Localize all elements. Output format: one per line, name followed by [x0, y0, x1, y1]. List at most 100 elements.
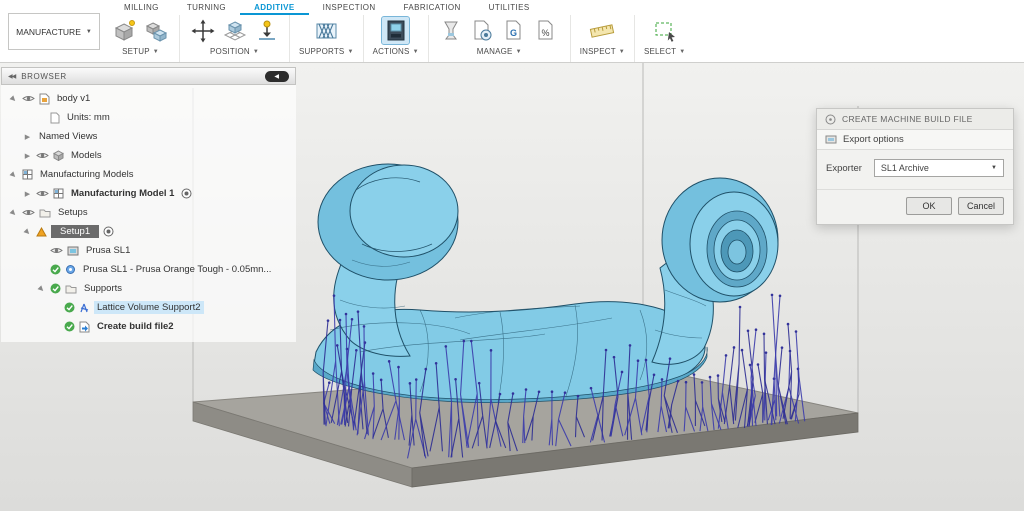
additive-setup-icon	[36, 227, 47, 237]
create-build-file-icon[interactable]	[382, 17, 409, 44]
check-icon[interactable]	[50, 264, 61, 275]
mfg-models-icon	[22, 169, 33, 180]
post-process-icon[interactable]	[470, 17, 497, 44]
check-icon[interactable]	[64, 321, 75, 332]
gcode-icon[interactable]: G	[502, 17, 529, 44]
folder-icon	[65, 284, 77, 294]
workspace-label: MANUFACTURE	[16, 27, 81, 37]
tree-row-units-mm[interactable]: Units: mm	[1, 108, 296, 127]
tab-milling[interactable]: MILLING	[110, 0, 173, 15]
expander-open-icon[interactable]: ▶	[7, 92, 19, 104]
group-label-inspect[interactable]: INSPECT▼	[580, 47, 625, 56]
tree-label: Create build file2	[94, 320, 177, 333]
tree-row-setup1[interactable]: ▶Setup1	[1, 222, 296, 241]
lattice-support-icon	[79, 302, 90, 313]
radio-icon[interactable]	[181, 188, 192, 199]
expander-closed-icon[interactable]: ▶	[23, 133, 32, 141]
exporter-select[interactable]: SL1 Archive ▼	[874, 159, 1004, 177]
tab-additive[interactable]: ADDITIVE	[240, 0, 309, 15]
move-icon[interactable]	[189, 17, 216, 44]
tree-row-lattice-volume-support2[interactable]: Lattice Volume Support2	[1, 298, 296, 317]
tree-row-manufacturing-model-1[interactable]: ▶Manufacturing Model 1	[1, 184, 296, 203]
ok-button[interactable]: OK	[906, 197, 952, 215]
expander-open-icon[interactable]: ▶	[35, 282, 47, 294]
dialog-clock-icon	[825, 114, 836, 125]
svg-text:G: G	[510, 28, 517, 38]
expander-closed-icon[interactable]: ▶	[23, 152, 32, 160]
group-label-text: ACTIONS	[373, 47, 410, 56]
build-file-doc-icon	[79, 321, 90, 333]
check-icon[interactable]	[64, 302, 75, 313]
expander-open-icon[interactable]: ▶	[21, 225, 33, 237]
collapse-arrows-icon[interactable]: ◀◀	[8, 73, 15, 80]
group-label-select[interactable]: SELECT▼	[644, 47, 685, 56]
tree-label: Models	[68, 149, 105, 162]
group-label-setup[interactable]: SETUP▼	[122, 47, 159, 56]
tab-turning[interactable]: TURNING	[173, 0, 240, 15]
model-part[interactable]	[313, 164, 778, 402]
chevron-down-icon: ▼	[86, 29, 92, 35]
browser-panel: ◀◀ BROWSER ◀ ▶body v1Units: mm▶Named Vie…	[1, 67, 296, 342]
tree-row-setups[interactable]: ▶ Setups	[1, 203, 296, 222]
group-label-manage[interactable]: MANAGE▼	[477, 47, 522, 56]
svg-text:%: %	[541, 28, 549, 38]
expander-closed-icon[interactable]: ▶	[23, 190, 32, 198]
tree-label: Lattice Volume Support2	[94, 301, 204, 314]
tree-row-manufacturing-models[interactable]: ▶Manufacturing Models	[1, 165, 296, 184]
group-label-text: INSPECT	[580, 47, 616, 56]
exporter-value: SL1 Archive	[881, 163, 929, 173]
tree-row-supports[interactable]: ▶ Supports	[1, 279, 296, 298]
tree-label: Setups	[55, 206, 91, 219]
cancel-button[interactable]: Cancel	[958, 197, 1004, 215]
tree-row-body-v1[interactable]: ▶body v1	[1, 89, 296, 108]
tree-row-prusa-sl1[interactable]: Prusa SL1	[1, 241, 296, 260]
tree-row-create-build-file2[interactable]: Create build file2	[1, 317, 296, 336]
dialog-titlebar[interactable]: CREATE MACHINE BUILD FILE	[817, 109, 1013, 130]
tab-inspection[interactable]: INSPECTION	[309, 0, 390, 15]
eye-icon[interactable]	[22, 208, 35, 217]
panel-collapse-icon[interactable]: ◀	[265, 71, 289, 82]
exporter-label: Exporter	[826, 163, 862, 174]
tab-fabrication[interactable]: FABRICATION	[390, 0, 475, 15]
eye-icon[interactable]	[36, 189, 49, 198]
eye-icon[interactable]	[50, 246, 63, 255]
export-options-label: Export options	[843, 134, 904, 145]
check-icon[interactable]	[50, 283, 61, 294]
drop-icon[interactable]	[253, 17, 280, 44]
chevron-down-icon: ▼	[991, 165, 997, 171]
radio-icon[interactable]	[103, 226, 114, 237]
toolbar-group-setup: SETUP▼	[102, 15, 180, 62]
group-label-position[interactable]: POSITION▼	[210, 47, 259, 56]
volume-support-icon[interactable]	[313, 17, 340, 44]
group-label-text: SUPPORTS	[299, 47, 344, 56]
workspace-selector[interactable]: MANUFACTURE ▼	[8, 13, 100, 50]
print-setting-icon	[65, 264, 76, 275]
measure-icon[interactable]	[589, 17, 616, 44]
eye-icon[interactable]	[36, 151, 49, 160]
tree-label: Supports	[81, 282, 125, 295]
export-options-section[interactable]: Export options	[817, 130, 1013, 150]
chevron-down-icon: ▼	[619, 49, 625, 55]
tree-label: Units: mm	[64, 111, 113, 124]
chevron-down-icon: ▼	[347, 49, 353, 55]
create-machine-build-file-dialog: CREATE MACHINE BUILD FILE Export options…	[816, 108, 1014, 225]
group-label-actions[interactable]: ACTIONS▼	[373, 47, 419, 56]
tree-row-models[interactable]: ▶ Models	[1, 146, 296, 165]
page-icon	[50, 112, 60, 124]
machine-library-icon[interactable]	[143, 17, 170, 44]
browser-tree: ▶body v1Units: mm▶Named Views▶Models▶Man…	[1, 85, 296, 342]
expander-open-icon[interactable]: ▶	[7, 168, 19, 180]
eye-icon[interactable]	[22, 94, 35, 103]
simulate-icon[interactable]	[438, 17, 465, 44]
percent-doc-icon[interactable]: %	[534, 17, 561, 44]
tree-row-prusa-sl1-prusa-orange-tough-0-05mn[interactable]: Prusa SL1 - Prusa Orange Tough - 0.05mn.…	[1, 260, 296, 279]
expander-open-icon[interactable]: ▶	[7, 206, 19, 218]
chevron-down-icon: ▼	[153, 49, 159, 55]
tab-utilities[interactable]: UTILITIES	[475, 0, 544, 15]
toolbar-group-manage: G% MANAGE▼	[429, 15, 571, 62]
tree-row-named-views[interactable]: ▶Named Views	[1, 127, 296, 146]
arrange-icon[interactable]	[221, 17, 248, 44]
group-label-supports[interactable]: SUPPORTS▼	[299, 47, 354, 56]
new-setup-icon[interactable]	[111, 17, 138, 44]
select-box-icon[interactable]	[651, 17, 678, 44]
